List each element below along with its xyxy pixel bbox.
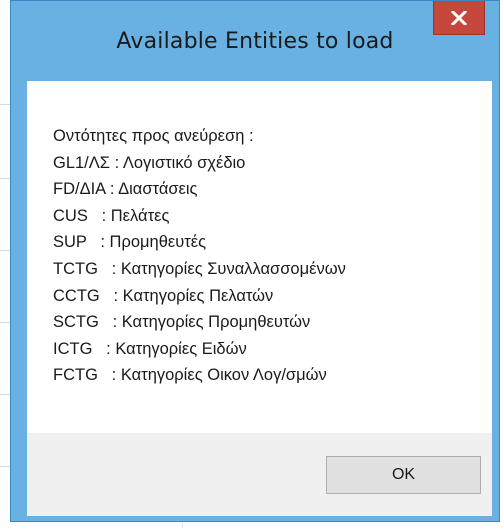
dialog-title: Available Entities to load bbox=[116, 29, 394, 54]
list-item: CCTG : Κατηγορίες Πελατών bbox=[53, 286, 274, 305]
list-item: TCTG : Κατηγορίες Συναλλασσομένων bbox=[53, 259, 346, 278]
entity-list: Οντότητες προς ανεύρεση : GL1/ΛΣ : Λογισ… bbox=[53, 123, 346, 389]
ok-button[interactable]: OK bbox=[326, 456, 481, 494]
list-item: ICTG : Κατηγορίες Ειδών bbox=[53, 339, 247, 358]
dialog-titlebar[interactable]: Available Entities to load bbox=[11, 1, 499, 81]
entities-dialog: Available Entities to load Οντότητες προ… bbox=[10, 0, 500, 522]
list-item: FD/ΔΙΑ : Διαστάσεις bbox=[53, 180, 198, 199]
list-item: FCTG : Κατηγορίες Οικον Λογ/σμών bbox=[53, 366, 327, 385]
message-panel: Οντότητες προς ανεύρεση : GL1/ΛΣ : Λογισ… bbox=[27, 81, 492, 433]
list-item: Οντότητες προς ανεύρεση : bbox=[53, 127, 254, 145]
close-icon bbox=[451, 10, 467, 25]
list-item: CUS : Πελάτες bbox=[53, 206, 170, 225]
dialog-client-area: Οντότητες προς ανεύρεση : GL1/ΛΣ : Λογισ… bbox=[27, 81, 492, 516]
list-item: SUP : Προμηθευτές bbox=[53, 233, 207, 252]
close-button[interactable] bbox=[433, 1, 485, 35]
list-item: SCTG : Κατηγορίες Προμηθευτών bbox=[53, 313, 311, 332]
list-item: GL1/ΛΣ : Λογιστικό σχέδιο bbox=[53, 153, 246, 172]
